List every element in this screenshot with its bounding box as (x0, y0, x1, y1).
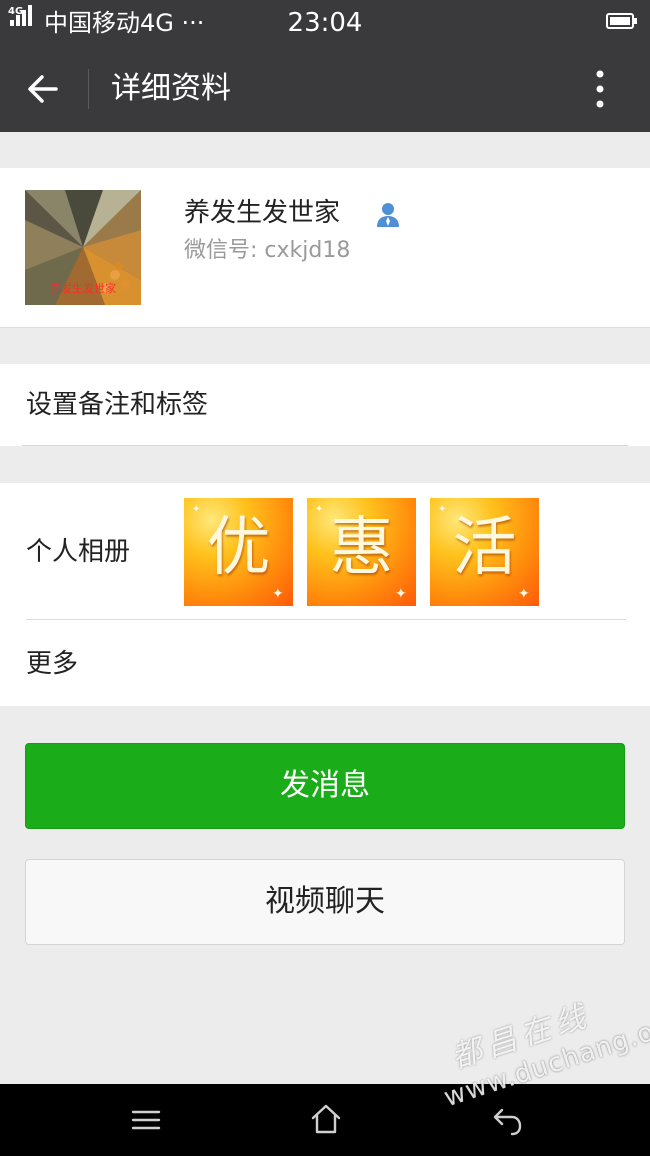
wechat-id: 微信号: cxkjd18 (184, 238, 351, 263)
personal-album-label: 个人相册 (26, 537, 131, 567)
remark-tags-row[interactable]: 设置备注和标签 (0, 364, 650, 446)
avatar[interactable]: 养发生发世家 (25, 190, 141, 305)
personal-album-row[interactable]: 个人相册 优 ✦ ✦ 惠 ✦ ✦ 活 ✦ ✦ (0, 483, 650, 619)
sparkle-icon: ✦ (518, 586, 530, 602)
arrow-left-icon (28, 75, 58, 103)
menu-icon (131, 1110, 161, 1130)
clock: 23:04 (287, 8, 363, 38)
person-icon (374, 200, 402, 228)
video-chat-button[interactable]: 视频聊天 (25, 859, 625, 945)
profile-card: 养发生发世家 养发生发世家 微信号: cxkjd18 (0, 168, 650, 328)
album-photo[interactable]: 惠 ✦ ✦ (307, 498, 416, 606)
more-menu-button[interactable] (578, 65, 622, 113)
send-message-button[interactable]: 发消息 (25, 743, 625, 829)
avatar-caption: 养发生发世家 (50, 281, 116, 295)
back-button[interactable] (20, 67, 68, 111)
remark-tags-label: 设置备注和标签 (26, 390, 209, 420)
home-icon (311, 1104, 341, 1134)
home-button[interactable] (309, 1102, 343, 1136)
title-separator (88, 69, 89, 109)
sparkle-icon: ✦ (438, 504, 447, 515)
more-vertical-icon (596, 70, 604, 108)
sparkle-icon: ✦ (395, 586, 407, 602)
avatar-image: 养发生发世家 (25, 190, 141, 305)
more-row[interactable]: 更多 (0, 620, 650, 706)
sparkle-icon: ✦ (315, 504, 324, 515)
album-photo[interactable]: 优 ✦ ✦ (184, 498, 293, 606)
more-label: 更多 (26, 649, 79, 679)
album-photo[interactable]: 活 ✦ ✦ (430, 498, 539, 606)
page-title: 详细资料 (111, 71, 231, 106)
title-bar: 详细资料 (0, 45, 650, 132)
menu-button[interactable] (131, 1106, 161, 1134)
sparkle-icon: ✦ (192, 504, 201, 515)
battery-icon (606, 13, 637, 29)
status-bar: 4G 中国移动4G ··· 23:04 (0, 0, 650, 45)
album-section: 个人相册 优 ✦ ✦ 惠 ✦ ✦ 活 ✦ ✦ 更多 (0, 483, 650, 706)
row-divider (22, 445, 628, 446)
nickname: 养发生发世家 (184, 198, 341, 228)
sparkle-icon: ✦ (272, 586, 284, 602)
